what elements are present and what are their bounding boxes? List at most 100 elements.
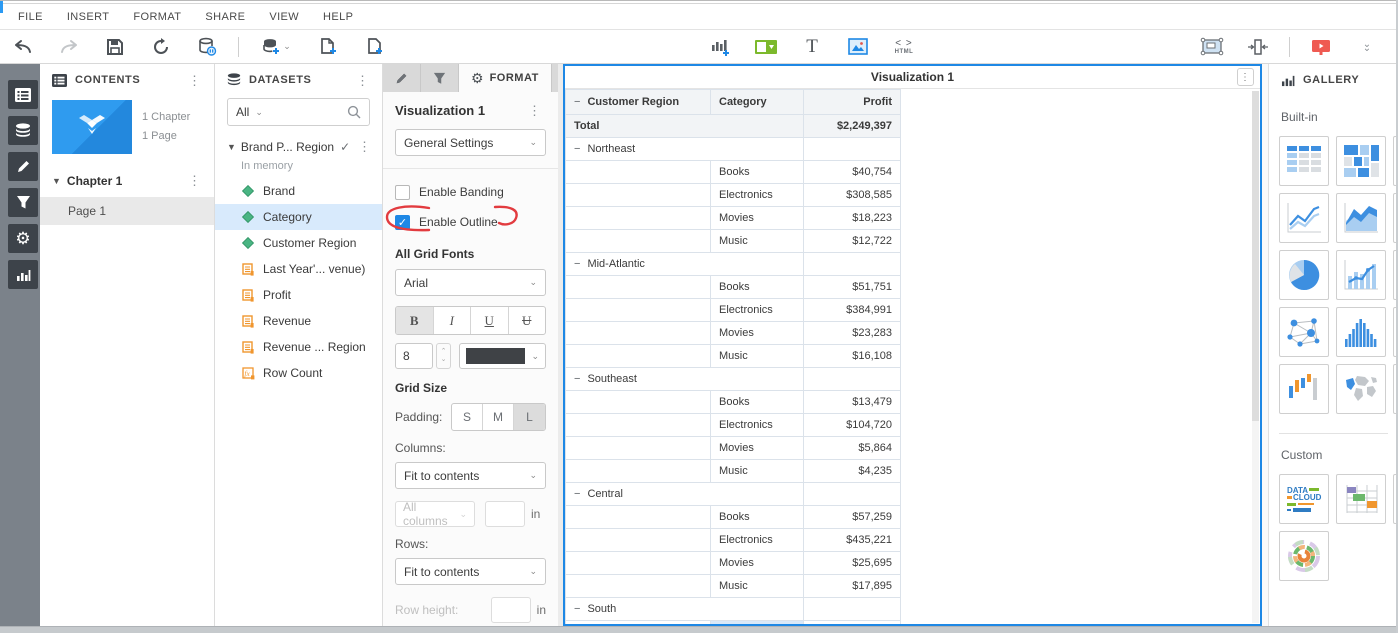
grid-profit-cell[interactable]: [804, 368, 901, 391]
visualization-canvas[interactable]: Visualization 1 ⋮ −Customer Region Categ…: [563, 64, 1262, 626]
grid-row[interactable]: Books$40,754: [566, 161, 901, 184]
collapse-minus-icon[interactable]: −: [574, 603, 580, 615]
grid-profit-cell[interactable]: $104,720: [804, 414, 901, 437]
rail-contents-button[interactable]: [8, 80, 38, 109]
grid-row[interactable]: −South: [566, 598, 901, 621]
grid-category-cell[interactable]: Movies: [711, 322, 804, 345]
italic-button[interactable]: I: [434, 307, 472, 334]
grid-profit-cell[interactable]: $435,221: [804, 529, 901, 552]
grid-row[interactable]: Movies$25,695: [566, 552, 901, 575]
grid-category-cell[interactable]: Music: [711, 230, 804, 253]
grid-empty-cell[interactable]: [566, 299, 711, 322]
grid-empty-cell[interactable]: [566, 161, 711, 184]
grid-profit-cell[interactable]: $16,108: [804, 345, 901, 368]
grid-header-category[interactable]: Category: [711, 90, 804, 115]
grid-total-row[interactable]: Total $2,249,397: [566, 115, 901, 138]
grid-category-cell[interactable]: Music: [711, 460, 804, 483]
tab-edit[interactable]: [383, 64, 421, 92]
grid-row[interactable]: Music$12,722: [566, 230, 901, 253]
grid-category-cell[interactable]: Movies: [711, 207, 804, 230]
grid-row[interactable]: Books$13,479: [566, 391, 901, 414]
refresh-button[interactable]: [144, 33, 178, 61]
grid-category-cell[interactable]: Electronics: [711, 529, 804, 552]
dataset-field-profit[interactable]: Profit: [215, 282, 382, 308]
dataset-field-brand[interactable]: Brand: [215, 178, 382, 204]
menu-insert[interactable]: INSERT: [67, 11, 110, 23]
collapse-minus-icon[interactable]: −: [574, 373, 580, 385]
undo-button[interactable]: [6, 33, 40, 61]
grid-profit-cell[interactable]: $51,751: [804, 276, 901, 299]
dataset-field-last-year-venue-[interactable]: Last Year'... venue): [215, 256, 382, 282]
grid-region-cell[interactable]: −Northeast: [566, 138, 804, 161]
menu-file[interactable]: FILE: [18, 11, 43, 23]
grid-profit-cell[interactable]: [804, 483, 901, 506]
datasets-menu-button[interactable]: ⋮: [352, 72, 374, 89]
grid-header-profit[interactable]: Profit: [804, 90, 901, 115]
gallery-tile-data-cloud[interactable]: DATACLOUD: [1279, 474, 1329, 524]
gallery-tile-map[interactable]: [1336, 364, 1386, 414]
outline-checkbox[interactable]: ✓: [395, 215, 410, 230]
grid-empty-cell[interactable]: [566, 437, 711, 460]
grid-row[interactable]: Books$51,751: [566, 276, 901, 299]
grid-row[interactable]: −Southeast: [566, 368, 901, 391]
dossier-thumbnail[interactable]: [52, 100, 132, 154]
grid-row[interactable]: Electronics$435,221: [566, 529, 901, 552]
collapse-minus-icon[interactable]: −: [574, 143, 580, 155]
menu-format[interactable]: FORMAT: [133, 11, 181, 23]
grid-row[interactable]: Books$57,259: [566, 506, 901, 529]
grid-profit-cell[interactable]: $18,223: [804, 207, 901, 230]
add-visualization-button[interactable]: [703, 33, 737, 61]
gallery-tile-gantt[interactable]: [1336, 474, 1386, 524]
grid-empty-cell[interactable]: [566, 575, 711, 598]
collapse-minus-icon[interactable]: −: [574, 258, 580, 270]
grid-empty-cell[interactable]: [566, 184, 711, 207]
grid-empty-cell[interactable]: [566, 506, 711, 529]
gallery-tile-box[interactable]: [1279, 364, 1329, 414]
gallery-tile-pie[interactable]: [1279, 250, 1329, 300]
add-page-button[interactable]: [311, 33, 345, 61]
rail-filter-button[interactable]: [8, 188, 38, 217]
visualization-menu-button[interactable]: ⋮: [1237, 68, 1254, 86]
chapter-node[interactable]: ▼ Chapter 1 ⋮: [40, 164, 214, 197]
dataset-field-row-count[interactable]: fxRow Count: [215, 360, 382, 386]
grid-profit-cell[interactable]: $384,991: [804, 299, 901, 322]
grid-profit-cell[interactable]: [804, 138, 901, 161]
gallery-tile-sunburst[interactable]: [1279, 531, 1329, 581]
grid-region-cell[interactable]: −South: [566, 598, 804, 621]
add-html-button[interactable]: < >HTML: [887, 33, 921, 61]
chevron-down-icon[interactable]: ▼: [227, 142, 236, 152]
dataset-search-box[interactable]: All ⌄: [227, 98, 370, 126]
grid-category-cell[interactable]: Movies: [711, 552, 804, 575]
dataset-field-revenue-region[interactable]: Revenue ... Region: [215, 334, 382, 360]
padding-option-l[interactable]: L: [514, 404, 545, 430]
rail-datasets-button[interactable]: [8, 116, 38, 145]
row-height-input[interactable]: [491, 597, 531, 623]
add-data-button[interactable]: ⌄: [253, 33, 299, 61]
grid-category-cell[interactable]: Books: [711, 506, 804, 529]
free-form-layout-button[interactable]: [1195, 33, 1229, 61]
font-color-picker[interactable]: ⌄: [459, 343, 546, 369]
column-width-input[interactable]: [485, 501, 525, 527]
grid-empty-cell[interactable]: [566, 345, 711, 368]
grid-profit-cell[interactable]: $13,479: [804, 391, 901, 414]
add-selector-button[interactable]: [749, 33, 783, 61]
grid-row[interactable]: Music$17,895: [566, 575, 901, 598]
chapter-menu-button[interactable]: ⋮: [184, 172, 206, 189]
grid-profit-cell[interactable]: [804, 598, 901, 621]
font-size-input[interactable]: 8: [395, 343, 433, 369]
scrollbar-thumb[interactable]: [1252, 91, 1259, 421]
grid-category-cell[interactable]: Music: [711, 345, 804, 368]
save-button[interactable]: [98, 33, 132, 61]
grid-empty-cell[interactable]: [566, 207, 711, 230]
format-section-dropdown[interactable]: General Settings ⌄: [395, 129, 546, 156]
grid-profit-cell[interactable]: $57,259: [804, 506, 901, 529]
grid-row[interactable]: Electronics$308,585: [566, 184, 901, 207]
collapse-toolbar-button[interactable]: ⌄⌄: [1350, 33, 1384, 61]
grid-row[interactable]: Music$4,235: [566, 460, 901, 483]
dataset-field-customer-region[interactable]: Customer Region: [215, 230, 382, 256]
add-image-button[interactable]: [841, 33, 875, 61]
gallery-tile-network[interactable]: [1279, 307, 1329, 357]
format-menu-button[interactable]: ⋮: [524, 102, 546, 119]
grid-category-cell[interactable]: Books: [711, 391, 804, 414]
chevron-down-icon[interactable]: ▼: [52, 176, 61, 186]
